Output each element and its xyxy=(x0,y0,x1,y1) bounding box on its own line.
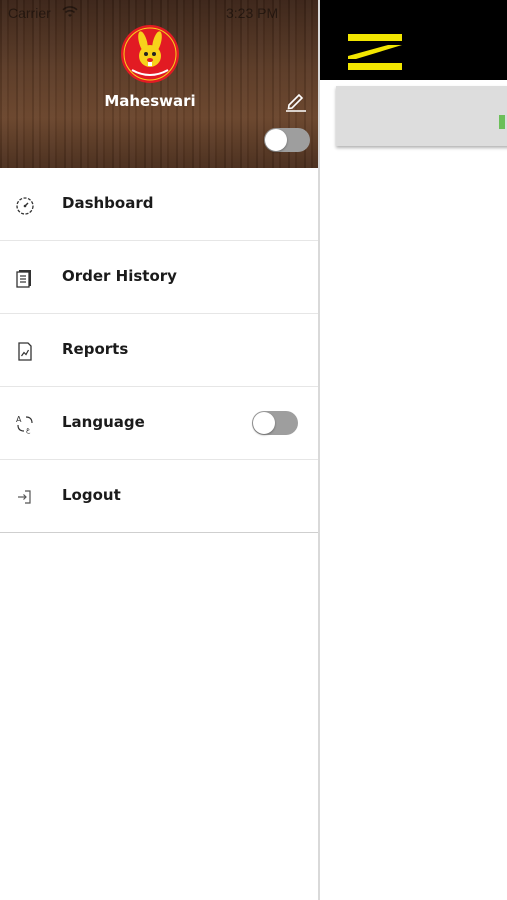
translate-icon: A ع xyxy=(16,415,33,434)
menu-item-language[interactable]: A ع Language xyxy=(0,387,318,460)
menu-item-dashboard[interactable]: Dashboard xyxy=(0,168,318,241)
language-toggle-switch[interactable] xyxy=(252,411,298,435)
document-list-icon xyxy=(16,270,31,288)
main-content-area xyxy=(318,0,507,900)
menu-item-order-history[interactable]: Order History xyxy=(0,241,318,314)
edit-profile-pencil-icon[interactable] xyxy=(284,88,308,112)
toggle-knob xyxy=(253,412,275,434)
menu-item-reports[interactable]: Reports xyxy=(0,314,318,387)
header-toggle-switch[interactable] xyxy=(264,128,310,152)
status-time: 3:23 PM xyxy=(226,5,279,21)
app-screen: Carrier 3:23 PM Maheswari Dashboard Orde… xyxy=(0,0,507,900)
menu-label-logout: Logout xyxy=(62,486,121,504)
menu-label-order-history: Order History xyxy=(62,267,177,285)
svg-text:A: A xyxy=(16,415,22,424)
hungry-bunny-logo-icon xyxy=(121,25,179,83)
main-card[interactable] xyxy=(336,86,507,146)
status-indicator xyxy=(499,115,505,129)
drawer-header: Carrier 3:23 PM Maheswari xyxy=(0,0,318,168)
navigation-drawer: Carrier 3:23 PM Maheswari Dashboard Orde… xyxy=(0,0,318,900)
menu-label-language: Language xyxy=(62,413,145,431)
menu-item-logout[interactable]: Logout xyxy=(0,460,318,533)
logout-icon xyxy=(18,490,31,504)
hamburger-menu-icon[interactable] xyxy=(348,34,402,70)
user-name: Maheswari xyxy=(104,92,196,110)
carrier-label: Carrier xyxy=(8,5,51,21)
drawer-menu: Dashboard Order History Reports A ع Lang… xyxy=(0,168,318,533)
main-top-bar xyxy=(320,0,507,80)
toggle-knob xyxy=(265,129,287,151)
report-chart-icon xyxy=(18,342,32,361)
svg-text:ع: ع xyxy=(26,426,31,434)
menu-label-dashboard: Dashboard xyxy=(62,194,154,212)
wifi-icon xyxy=(62,6,78,17)
speedometer-icon xyxy=(16,197,34,215)
menu-label-reports: Reports xyxy=(62,340,129,358)
